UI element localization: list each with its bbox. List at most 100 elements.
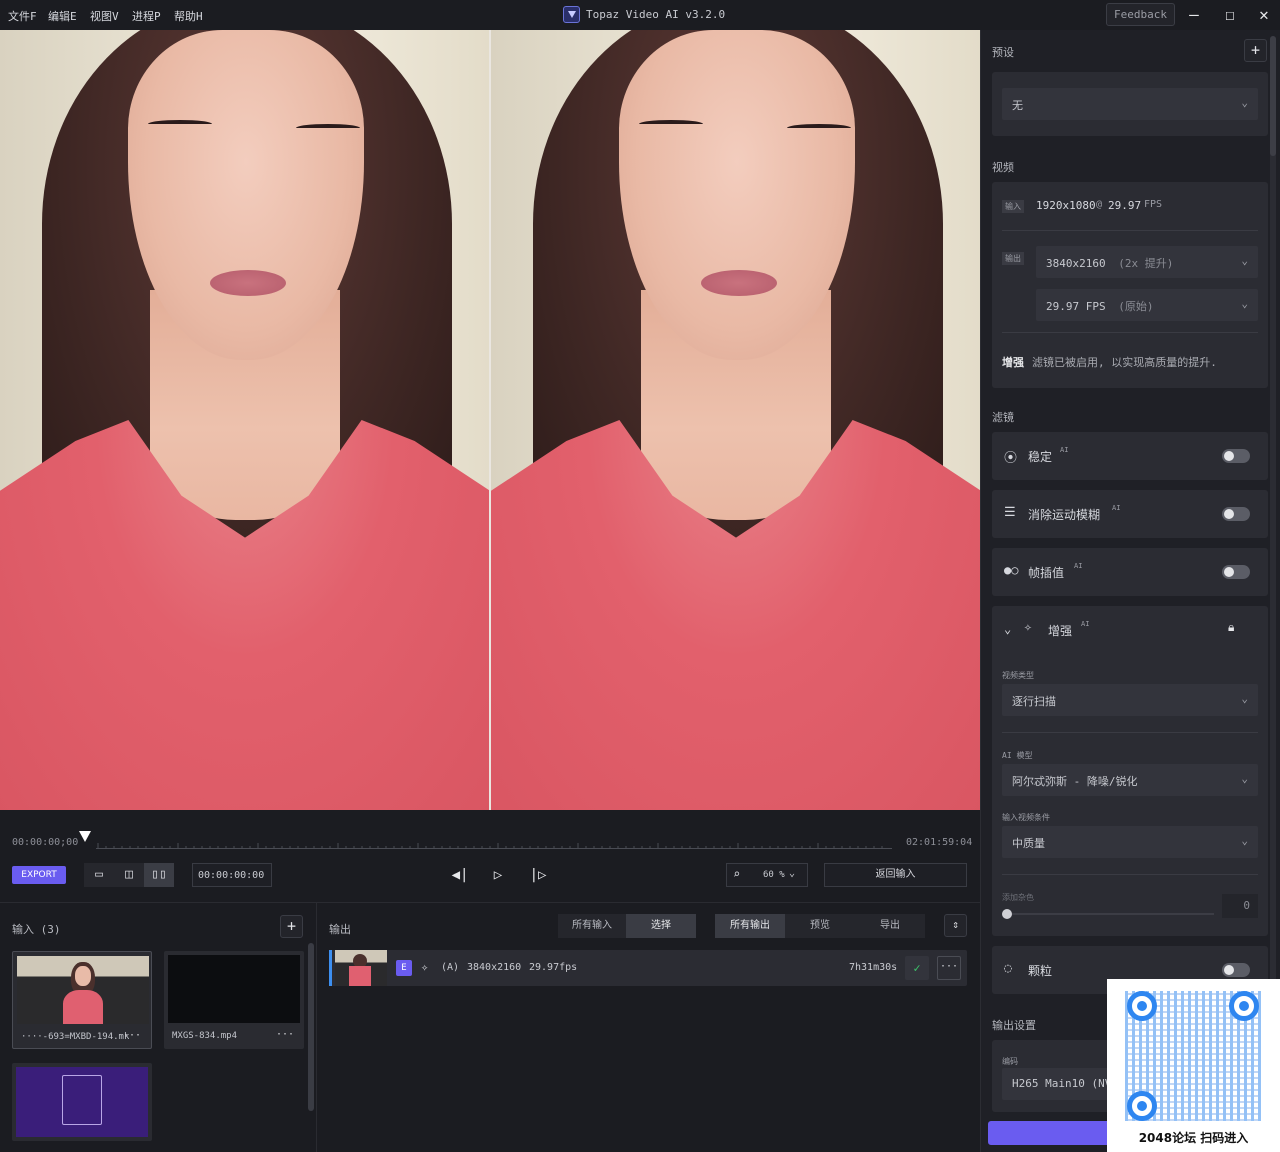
topaz-video-ai-window: 文件F 编辑E 视图V 进程P 帮助H Topaz Video AI v3.2.…: [0, 0, 1280, 1152]
split-divider[interactable]: [489, 30, 491, 810]
ai-model-value: 阿尔忒弥斯 - 降噪/锐化: [1012, 775, 1138, 788]
filter-name: 消除运动模糊: [1028, 508, 1101, 522]
filter-frame-interpolation[interactable]: ●○ 帧插值 AI: [992, 548, 1268, 596]
preset-dropdown[interactable]: 无 ⌄: [1002, 88, 1258, 120]
enhance-note: 滤镜已被启用, 以实现高质量的提升.: [1032, 356, 1217, 369]
split-view-icon[interactable]: ◫: [114, 863, 144, 887]
grain-toggle[interactable]: [1222, 963, 1250, 977]
topaz-logo-icon: [563, 6, 580, 23]
settings-scrollbar[interactable]: [1270, 36, 1276, 1116]
eye-left: [148, 120, 212, 128]
filter-stabilize[interactable]: ⦿ 稳定 AI: [992, 432, 1268, 480]
add-input-button[interactable]: +: [280, 915, 303, 938]
input-scrollbar[interactable]: [308, 943, 314, 1111]
output-preset: (A): [441, 962, 460, 973]
chevron-down-icon[interactable]: ⌄: [1004, 622, 1011, 636]
more-options-icon[interactable]: ···: [276, 1029, 294, 1040]
title-bar: 文件F 编辑E 视图V 进程P 帮助H Topaz Video AI v3.2.…: [0, 0, 1280, 30]
input-item[interactable]: [12, 1063, 152, 1141]
chevron-down-icon: ⌄: [1241, 254, 1248, 267]
eye-right: [787, 124, 851, 132]
timecode-input[interactable]: 00:00:00:00: [192, 863, 272, 887]
next-frame-icon[interactable]: |▷: [526, 864, 550, 886]
selected-indicator: [329, 950, 332, 986]
output-tag: 输出: [1002, 252, 1024, 265]
filter-all-outputs[interactable]: 所有输出: [715, 914, 785, 938]
minimize-icon[interactable]: —: [1184, 5, 1204, 25]
output-thumbnail: [335, 950, 387, 986]
side-by-side-view-icon[interactable]: ▯▯: [144, 863, 174, 887]
motion-deblur-icon: ☰: [1004, 505, 1016, 520]
filter-export[interactable]: 导出: [855, 914, 925, 938]
output-fps: 29.97 FPS: [1046, 300, 1106, 313]
noise-slider-handle[interactable]: [1002, 909, 1012, 919]
filter-all-inputs[interactable]: 所有输入: [558, 914, 626, 938]
menu-file[interactable]: 文件F: [8, 8, 37, 24]
more-options-icon[interactable]: ···: [123, 1030, 141, 1041]
chevron-down-icon: ⌄: [1241, 297, 1248, 310]
input-resolution: 1920x1080: [1036, 199, 1096, 212]
input-condition-label: 输入视频条件: [1002, 813, 1050, 822]
output-resolution-note: (2x 提升): [1118, 257, 1174, 270]
timeline-start: 00:00:00;00: [12, 837, 79, 848]
filter-enhance: ⌄ ✧ 增强 AI 🔒︎ 视频类型 逐行扫描 ⌄ AI 模型 阿尔忒弥斯 - 降…: [992, 606, 1268, 936]
close-icon[interactable]: ✕: [1254, 5, 1274, 25]
preview-original: [0, 30, 489, 810]
qr-code-overlay[interactable]: 2048论坛 扫码进入: [1107, 979, 1280, 1152]
timeline-end: 02:01:59:04: [906, 837, 973, 848]
filter-selected[interactable]: 选择: [626, 914, 696, 938]
codec-value: H265 Main10 (NVI: [1012, 1077, 1118, 1090]
output-more-button[interactable]: ···: [937, 956, 961, 980]
feedback-button[interactable]: Feedback: [1106, 3, 1175, 26]
maximize-icon[interactable]: ☐: [1220, 5, 1240, 25]
filter-motion-deblur[interactable]: ☰ 消除运动模糊 AI: [992, 490, 1268, 538]
add-preset-button[interactable]: +: [1244, 39, 1267, 62]
input-thumbnail: [17, 956, 149, 1024]
sort-icon[interactable]: ⇕: [944, 914, 967, 937]
timeline-area: [0, 810, 980, 902]
input-condition-dropdown[interactable]: 中质量 ⌄: [1002, 826, 1258, 858]
enhance-badge: E: [396, 960, 412, 976]
back-to-input-button[interactable]: 返回输入: [824, 863, 967, 887]
menu-process[interactable]: 进程P: [132, 8, 161, 24]
noise-slider-track[interactable]: [1004, 913, 1214, 915]
input-fps-unit: FPS: [1144, 199, 1163, 210]
play-icon[interactable]: ▷: [486, 864, 510, 886]
timeline-track[interactable]: [96, 843, 892, 849]
output-resolution-dropdown[interactable]: 3840x2160 (2x 提升) ⌄: [1036, 246, 1258, 278]
menu-help[interactable]: 帮助H: [174, 8, 203, 24]
motion-deblur-toggle[interactable]: [1222, 507, 1250, 521]
input-filename: ····-693=MXBD-194.mkv: [21, 1032, 129, 1042]
input-item[interactable]: MXGS-834.mp4 ···: [164, 951, 304, 1049]
noise-value-input[interactable]: 0: [1222, 894, 1258, 918]
video-type-dropdown[interactable]: 逐行扫描 ⌄: [1002, 684, 1258, 716]
ai-tag: AI: [1081, 620, 1090, 628]
input-thumbnail: [168, 955, 300, 1023]
codec-label: 编码: [1002, 1057, 1018, 1066]
chevron-down-icon: ⌄: [1241, 692, 1248, 705]
ai-tag: AI: [1074, 562, 1083, 570]
ai-model-dropdown[interactable]: 阿尔忒弥斯 - 降噪/锐化 ⌄: [1002, 764, 1258, 796]
zoom-dropdown[interactable]: ⌕ 60 % ⌄: [726, 863, 808, 887]
output-fps-dropdown[interactable]: 29.97 FPS (原始) ⌄: [1036, 289, 1258, 321]
stabilize-icon: ⦿: [1004, 451, 1018, 466]
preset-card: 无 ⌄: [992, 72, 1268, 136]
video-preview[interactable]: [0, 30, 980, 810]
qr-finder-icon: [1127, 1091, 1157, 1121]
single-view-icon[interactable]: ▭: [84, 863, 114, 887]
playhead-icon[interactable]: [78, 830, 92, 844]
frame-interpolation-toggle[interactable]: [1222, 565, 1250, 579]
menu-view[interactable]: 视图V: [90, 8, 119, 24]
noise-label: 添加杂色: [1002, 893, 1034, 902]
output-row[interactable]: E ✧ (A) 3840x2160 29.97fps 7h31m30s ✓ ··…: [329, 950, 967, 986]
settings-scroll-thumb[interactable]: [1270, 36, 1276, 156]
video-type-value: 逐行扫描: [1012, 695, 1056, 708]
input-item[interactable]: ····-693=MXBD-194.mkv ···: [12, 951, 152, 1049]
stabilize-toggle[interactable]: [1222, 449, 1250, 463]
previous-frame-icon[interactable]: ◀|: [448, 864, 472, 886]
check-icon[interactable]: ✓: [905, 956, 929, 980]
filter-preview[interactable]: 预览: [785, 914, 855, 938]
menu-edit[interactable]: 编辑E: [48, 8, 77, 24]
filter-name: 稳定: [1028, 450, 1053, 464]
export-button[interactable]: EXPORT: [12, 866, 66, 884]
